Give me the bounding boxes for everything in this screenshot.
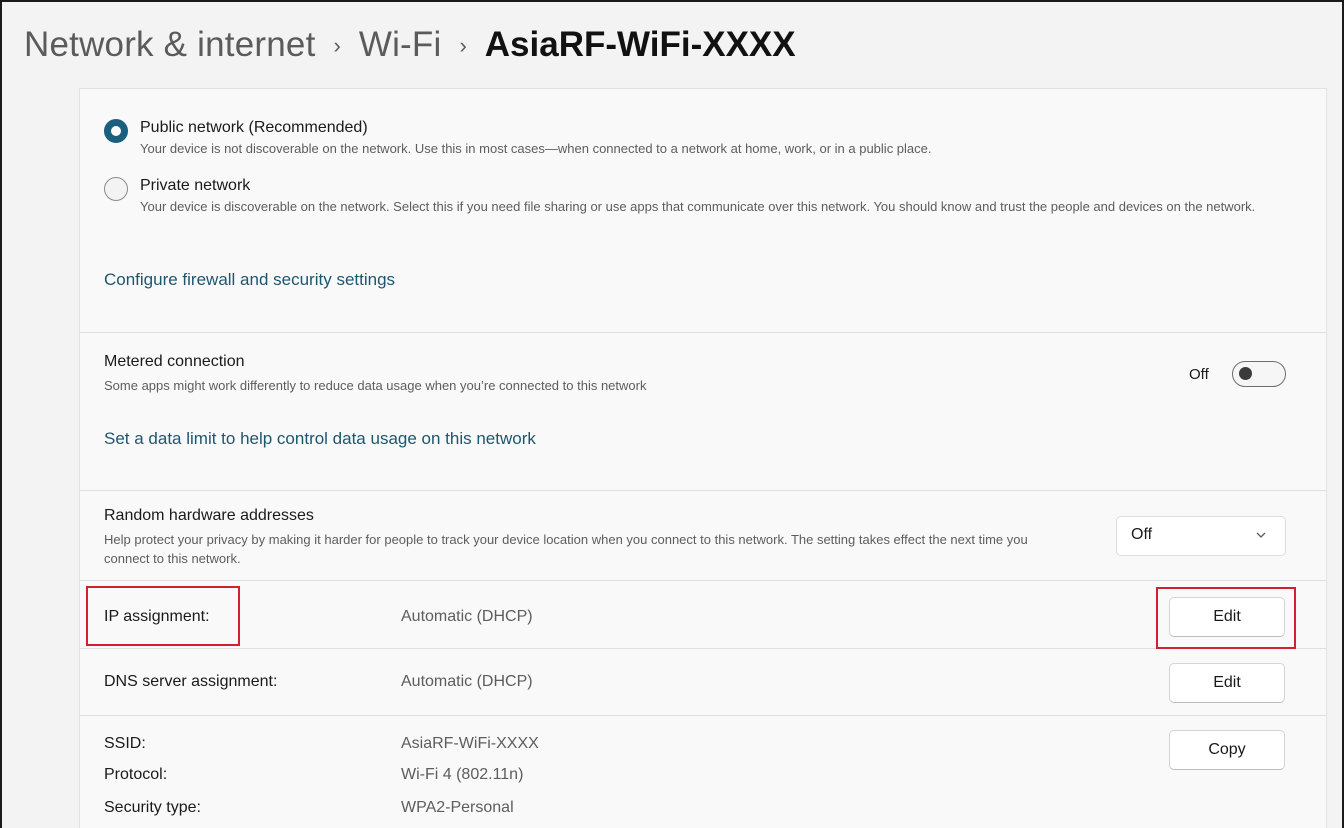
settings-window: Network & internet › Wi-Fi › AsiaRF-WiFi… <box>0 0 1344 828</box>
network-properties-panel: Public network (Recommended) Your device… <box>79 88 1327 828</box>
security-type-value: WPA2-Personal <box>401 799 514 816</box>
chevron-right-icon: › <box>459 33 467 58</box>
divider <box>80 332 1326 333</box>
divider <box>80 580 1326 581</box>
dns-server-assignment-edit-button[interactable]: Edit <box>1169 663 1285 703</box>
breadcrumb: Network & internet › Wi-Fi › AsiaRF-WiFi… <box>2 2 1342 88</box>
radio-description-private: Your device is discoverable on the netwo… <box>140 199 1256 214</box>
dns-server-assignment-label: DNS server assignment: <box>104 673 278 690</box>
divider <box>80 648 1326 649</box>
dns-server-assignment-value: Automatic (DHCP) <box>401 673 533 690</box>
ssid-value: AsiaRF-WiFi-XXXX <box>401 735 539 752</box>
ssid-label: SSID: <box>104 735 146 752</box>
radio-label-private: Private network <box>140 177 251 194</box>
radio-description-public: Your device is not discoverable on the n… <box>140 141 932 156</box>
breadcrumb-network-internet[interactable]: Network & internet <box>24 25 316 65</box>
radio-private-network[interactable]: Private network Your device is discovera… <box>104 175 1300 217</box>
metered-toggle-state: Off <box>1189 366 1209 383</box>
configure-firewall-link[interactable]: Configure firewall and security settings <box>104 270 395 290</box>
radio-unselected-icon[interactable] <box>104 177 128 201</box>
page-title: AsiaRF-WiFi-XXXX <box>484 25 796 64</box>
breadcrumb-wifi[interactable]: Wi-Fi <box>359 25 442 65</box>
radio-public-network[interactable]: Public network (Recommended) Your device… <box>104 117 1300 159</box>
metered-connection-toggle[interactable] <box>1232 361 1286 387</box>
chevron-right-icon: › <box>333 33 341 58</box>
security-type-label: Security type: <box>104 799 201 816</box>
toggle-knob <box>1239 367 1252 380</box>
set-data-limit-link[interactable]: Set a data limit to help control data us… <box>104 429 536 449</box>
protocol-label: Protocol: <box>104 766 168 783</box>
protocol-value: Wi-Fi 4 (802.11n) <box>401 766 524 783</box>
divider <box>80 715 1326 716</box>
random-hardware-addresses-title: Random hardware addresses <box>104 507 314 524</box>
metered-connection-description: Some apps might work differently to redu… <box>104 378 647 393</box>
chevron-down-icon <box>1256 532 1266 538</box>
dropdown-selected-value: Off <box>1131 526 1153 543</box>
ip-assignment-label: IP assignment: <box>104 608 210 625</box>
radio-selected-icon[interactable] <box>104 119 128 143</box>
metered-connection-title: Metered connection <box>104 353 245 370</box>
divider <box>80 490 1326 491</box>
random-hardware-addresses-dropdown[interactable]: Off <box>1116 516 1286 556</box>
random-hardware-addresses-description: Help protect your privacy by making it h… <box>104 532 1028 566</box>
ip-assignment-value: Automatic (DHCP) <box>401 608 533 625</box>
copy-properties-button[interactable]: Copy <box>1169 730 1285 770</box>
radio-label-public: Public network (Recommended) <box>140 119 368 136</box>
ip-assignment-edit-button[interactable]: Edit <box>1169 597 1285 637</box>
